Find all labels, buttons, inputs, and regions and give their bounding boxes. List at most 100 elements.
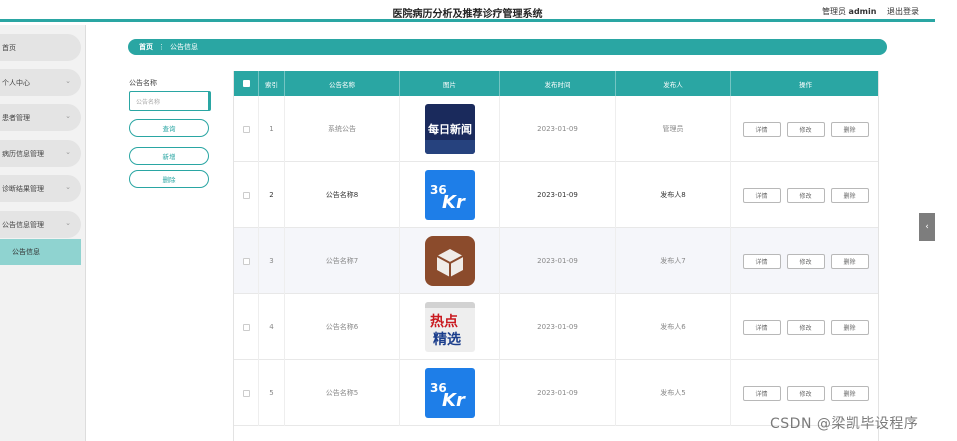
app-title: 医院病历分析及推荐诊疗管理系统 (392, 9, 543, 20)
row-checkbox[interactable] (234, 228, 259, 294)
delete-button[interactable]: 删除 (830, 253, 869, 269)
sidebar-item-label: 首页 (2, 43, 16, 52)
row-image (400, 228, 500, 294)
hot-picks-icon: 热点 精选 (424, 302, 475, 352)
row-publisher: 发布人8 (616, 162, 731, 228)
row-checkbox[interactable] (234, 96, 259, 162)
svg-text:Kr: Kr (442, 192, 466, 213)
sidebar-item-medical-records[interactable]: 病历信息管理 ⌄ (0, 140, 81, 167)
checkbox-icon (242, 125, 250, 133)
edit-button[interactable]: 修改 (786, 385, 825, 401)
checkbox-icon (242, 389, 250, 397)
column-header-name: 公告名称 (285, 71, 400, 96)
column-header-publisher: 发布人 (616, 71, 731, 96)
delete-button[interactable]: 删除 (830, 319, 869, 335)
row-index: 2 (259, 162, 285, 228)
watermark: CSDN @梁凯毕设程序 (770, 416, 919, 432)
column-header-time: 发布时间 (500, 71, 616, 96)
search-label: 公告名称 (129, 79, 157, 87)
breadcrumb-home[interactable]: 首页 (139, 42, 153, 52)
detail-button[interactable]: 详情 (742, 253, 781, 269)
row-image: 36 Kr (400, 360, 500, 426)
detail-button[interactable]: 详情 (742, 385, 781, 401)
cydia-box-icon (424, 236, 475, 286)
logout-link[interactable]: 退出登录 (887, 6, 919, 17)
announcement-table: 索引 公告名称 图片 发布时间 发布人 操作 1 系统公告 每日新闻 2023-01-… (233, 71, 879, 441)
row-publisher: 管理员 (616, 96, 731, 162)
top-bar: 医院病历分析及推荐诊疗管理系统 管理员 admin 退出登录 (0, 0, 935, 22)
chevron-down-icon: ⌄ (65, 183, 71, 191)
row-checkbox[interactable] (234, 162, 259, 228)
chevron-down-icon: ⌄ (65, 148, 71, 156)
select-all-checkbox[interactable] (234, 71, 259, 96)
checkbox-icon (242, 80, 250, 87)
36kr-icon: 36 Kr (424, 368, 475, 418)
table-row[interactable]: 3 公告名称7 2023-01-09 发布人7 详情 修改 删除 (234, 228, 878, 294)
chevron-down-icon: ⌄ (65, 77, 71, 85)
sidebar-item-home[interactable]: 首页 (0, 34, 81, 61)
edit-button[interactable]: 修改 (786, 319, 825, 335)
row-image: 热点 精选 (400, 294, 500, 360)
delete-button[interactable]: 删除 (830, 187, 869, 203)
delete-button[interactable]: 删除 (830, 385, 869, 401)
sidebar-item-diagnosis-results[interactable]: 诊断结果管理 ⌄ (0, 175, 81, 202)
checkbox-icon (242, 257, 250, 265)
role-label: 管理员 (822, 7, 846, 16)
row-actions: 详情 修改 删除 (731, 228, 878, 294)
sidebar-item-personal-center[interactable]: 个人中心 ⌄ (0, 69, 81, 96)
column-header-actions: 操作 (799, 80, 812, 89)
36kr-icon: 36 Kr (424, 170, 475, 220)
detail-button[interactable]: 详情 (742, 121, 781, 137)
table-row[interactable]: 1 系统公告 每日新闻 2023-01-09 管理员 详情 修改 删除 (234, 96, 878, 162)
sidebar-item-announcement-management[interactable]: 公告信息管理 ⌄ (0, 211, 81, 238)
delete-button[interactable]: 删除 (830, 121, 869, 137)
row-title: 系统公告 (285, 96, 400, 162)
sidebar-subitem-announcements[interactable]: 公告信息 (0, 239, 81, 265)
detail-button[interactable]: 详情 (742, 319, 781, 335)
svg-text:Kr: Kr (442, 390, 466, 411)
chevron-down-icon: ⌄ (65, 112, 71, 120)
row-title: 公告名称5 (285, 360, 400, 426)
row-index: 5 (259, 360, 285, 426)
row-index: 3 (259, 228, 285, 294)
sidebar-item-label: 患者管理 (2, 113, 30, 122)
delete-batch-button[interactable]: 删除 (129, 170, 209, 188)
row-checkbox[interactable] (234, 294, 259, 360)
row-title: 公告名称8 (285, 162, 400, 228)
detail-button[interactable]: 详情 (742, 187, 781, 203)
admin-label: 管理员 admin (822, 6, 876, 17)
table-row[interactable]: 2 公告名称8 36 Kr 2023-01-09 发布人8 详情 修改 删除 (234, 162, 878, 228)
breadcrumb-current: 公告信息 (170, 43, 198, 51)
row-index: 1 (259, 96, 285, 162)
edit-button[interactable]: 修改 (786, 187, 825, 203)
search-input[interactable]: 公告名称 (129, 91, 211, 111)
row-publish-time: 2023-01-09 (500, 294, 616, 360)
table-header: 索引 公告名称 图片 发布时间 发布人 操作 (234, 71, 878, 96)
row-publisher: 发布人5 (616, 360, 731, 426)
row-actions: 详情 修改 删除 (731, 96, 878, 162)
sidebar-item-label: 公告信息管理 (2, 220, 44, 229)
table-row[interactable]: 4 公告名称6 热点 精选 2023-01-09 发布人6 详情 修改 删除 (234, 294, 878, 360)
row-actions: 详情 修改 删除 (731, 162, 878, 228)
checkbox-icon (242, 191, 250, 199)
breadcrumb-separator: ⋮ (158, 43, 165, 51)
row-checkbox[interactable] (234, 360, 259, 426)
edit-button[interactable]: 修改 (786, 253, 825, 269)
sidebar-item-label: 诊断结果管理 (2, 184, 44, 193)
svg-text:精选: 精选 (433, 331, 461, 348)
collapse-tab-button[interactable]: ‹ (919, 213, 935, 241)
sidebar-item-label: 个人中心 (2, 78, 30, 87)
row-index: 4 (259, 294, 285, 360)
add-button[interactable]: 新增 (129, 147, 209, 165)
row-publish-time: 2023-01-09 (500, 360, 616, 426)
query-button[interactable]: 查询 (129, 119, 209, 137)
row-title: 公告名称6 (285, 294, 400, 360)
row-image: 36 Kr (400, 162, 500, 228)
edit-button[interactable]: 修改 (786, 121, 825, 137)
sidebar-item-patient-management[interactable]: 患者管理 ⌄ (0, 104, 81, 131)
chevron-down-icon: ⌄ (65, 219, 71, 227)
row-title: 公告名称7 (285, 228, 400, 294)
svg-text:热点: 热点 (430, 313, 458, 330)
daily-news-icon: 每日新闻 (424, 104, 475, 154)
row-publish-time: 2023-01-09 (500, 162, 616, 228)
